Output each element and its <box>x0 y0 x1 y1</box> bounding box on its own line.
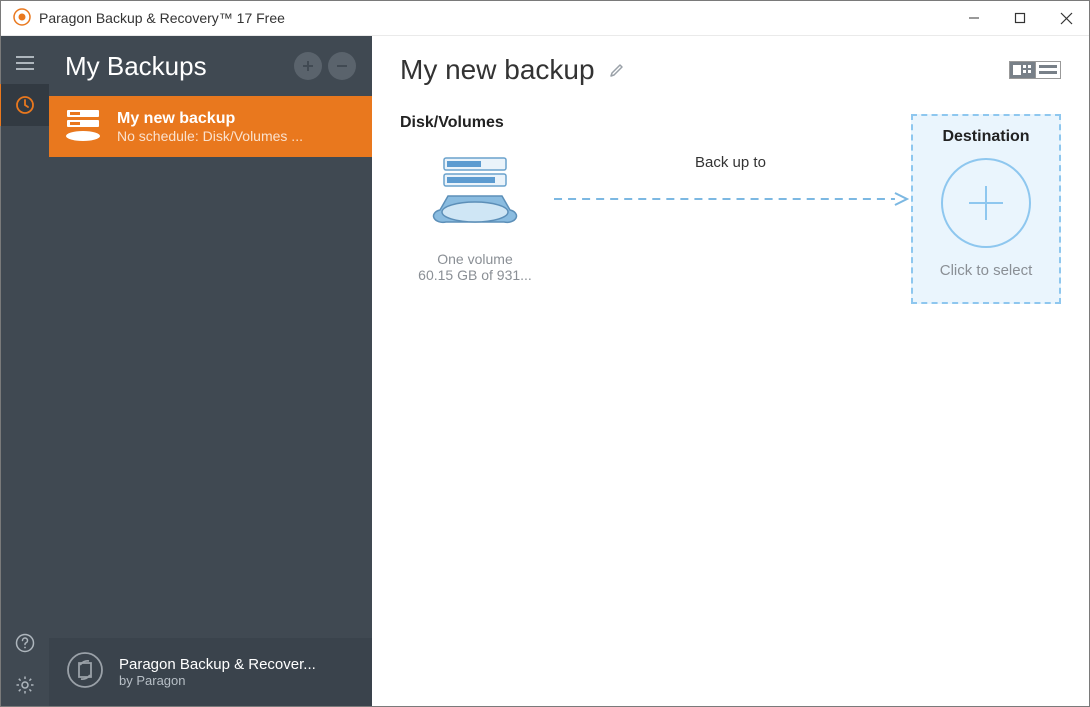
about-title: Paragon Backup & Recover... <box>119 656 316 673</box>
plus-icon <box>941 158 1031 248</box>
destination-label: Destination <box>942 128 1029 146</box>
arrow-block: Back up to <box>550 114 911 209</box>
backup-disk-icon <box>63 106 103 147</box>
window-title: Paragon Backup & Recovery™ 17 Free <box>39 10 285 26</box>
source-line2: 60.15 GB of 931... <box>400 267 550 283</box>
hamburger-menu-button[interactable] <box>1 42 49 84</box>
backup-item-sub: No schedule: Disk/Volumes ... <box>117 128 303 144</box>
sidebar: My Backups <box>49 36 372 706</box>
close-button[interactable] <box>1043 1 1089 36</box>
titlebar: Paragon Backup & Recovery™ 17 Free <box>1 1 1089 36</box>
leftbar <box>1 36 49 706</box>
app-icon <box>13 8 31 29</box>
page-title: My new backup <box>400 54 595 86</box>
view-list-button[interactable] <box>1035 61 1061 79</box>
arrow-icon <box>550 189 911 209</box>
remove-backup-button[interactable] <box>328 52 356 80</box>
source-disk-icon <box>400 150 550 245</box>
destination-select[interactable]: Destination Click to select <box>911 114 1061 304</box>
rename-icon[interactable] <box>609 59 627 82</box>
source-label: Disk/Volumes <box>400 114 550 132</box>
settings-button[interactable] <box>1 664 49 706</box>
backup-item-my-new-backup[interactable]: My new backup No schedule: Disk/Volumes … <box>49 96 372 157</box>
about-sub: by Paragon <box>119 673 316 688</box>
source-block[interactable]: Disk/Volumes One volume 60.15 GB of 931.… <box>400 114 550 283</box>
about-panel[interactable]: Paragon Backup & Recover... by Paragon <box>49 638 372 706</box>
maximize-button[interactable] <box>997 1 1043 36</box>
arrow-label: Back up to <box>695 154 766 171</box>
help-button[interactable] <box>1 622 49 664</box>
nav-backups[interactable] <box>0 84 49 126</box>
minimize-button[interactable] <box>951 1 997 36</box>
add-backup-button[interactable] <box>294 52 322 80</box>
source-line1: One volume <box>400 251 550 267</box>
sidebar-title: My Backups <box>65 51 207 82</box>
view-grid-button[interactable] <box>1009 61 1035 79</box>
backup-item-name: My new backup <box>117 110 303 128</box>
destination-sub: Click to select <box>940 262 1033 279</box>
main-area: My new backup Di <box>372 36 1089 706</box>
about-icon <box>65 650 105 695</box>
